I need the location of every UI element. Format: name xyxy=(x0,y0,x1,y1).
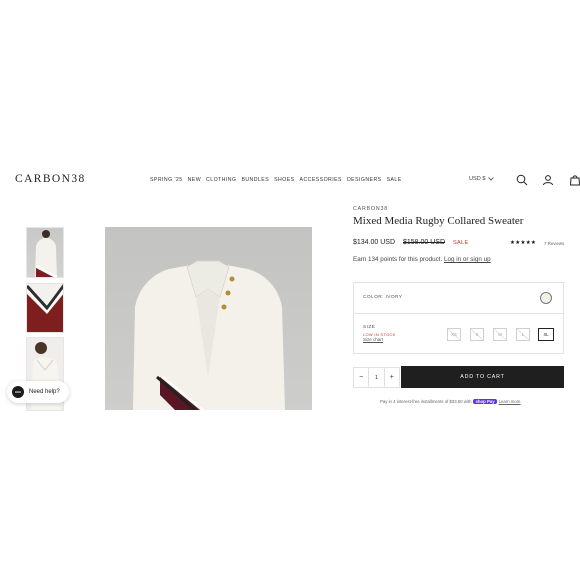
search-icon[interactable] xyxy=(516,174,528,186)
size-option-xl[interactable]: XL xyxy=(538,328,554,341)
bag-icon[interactable] xyxy=(569,174,580,186)
size-option-l[interactable]: L xyxy=(516,328,530,341)
size-option-m[interactable]: M xyxy=(493,328,507,341)
account-icon[interactable] xyxy=(542,174,554,186)
nav-item-bundles[interactable]: BUNDLES xyxy=(241,177,269,183)
nav-item-shoes[interactable]: SHOES xyxy=(274,177,294,183)
login-link[interactable]: Log in or sign up xyxy=(444,256,491,263)
color-swatch-ivory[interactable] xyxy=(540,292,552,304)
learn-more-link[interactable]: Learn more xyxy=(499,399,521,404)
size-chart-link[interactable]: Size chart xyxy=(363,337,383,342)
product-title: Mixed Media Rugby Collared Sweater xyxy=(353,215,524,227)
main-nav: SPRING '25 NEW CLOTHING BUNDLES SHOES AC… xyxy=(150,177,402,183)
size-label: SIZE xyxy=(363,325,376,330)
currency-selector[interactable]: USD $ xyxy=(469,176,495,182)
size-option-s[interactable]: S xyxy=(470,328,484,341)
reviews-link[interactable]: 7 Reviews xyxy=(544,241,564,246)
shop-pay-logo: shop Pay xyxy=(473,399,497,404)
options-divider xyxy=(353,313,564,314)
compare-price: $158.00 USD xyxy=(403,239,446,246)
chevron-down-icon xyxy=(488,177,495,181)
rewards-message: Earn 134 points for this product. xyxy=(353,256,443,263)
variant-options xyxy=(353,282,564,354)
nav-item-spring[interactable]: SPRING '25 xyxy=(150,177,183,183)
thumbnail-image xyxy=(27,284,63,332)
rewards-text: Earn 134 points for this product. Log in… xyxy=(353,256,491,263)
nav-item-new[interactable]: NEW xyxy=(188,177,201,183)
color-label: COLOR: IVORY xyxy=(363,295,403,300)
gallery-thumbnail[interactable] xyxy=(26,283,64,333)
quantity-input[interactable]: 1 xyxy=(368,368,385,387)
quantity-increase-button[interactable]: + xyxy=(385,368,399,387)
product-brand[interactable]: CARBON38 xyxy=(353,206,388,212)
product-price: $134.00 USD xyxy=(353,239,396,246)
thumbnail-image xyxy=(35,230,58,277)
sale-badge: SALE xyxy=(453,240,469,246)
nav-item-clothing[interactable]: CLOTHING xyxy=(206,177,236,183)
add-to-cart-button[interactable]: ADD TO CART xyxy=(401,366,564,388)
product-main-image[interactable] xyxy=(105,227,312,410)
help-chat-button[interactable]: Need help? xyxy=(7,381,69,403)
nav-item-sale[interactable]: SALE xyxy=(387,177,402,183)
chat-label: Need help? xyxy=(29,389,60,395)
nav-item-accessories[interactable]: ACCESSORIES xyxy=(300,177,342,183)
nav-item-designers[interactable]: DESIGNERS xyxy=(347,177,382,183)
currency-label: USD $ xyxy=(469,176,486,182)
star-rating[interactable]: ★★★★★ xyxy=(510,240,536,246)
quantity-stepper: − 1 + xyxy=(353,367,400,388)
gallery-thumbnail[interactable] xyxy=(26,227,64,278)
installments-text: Pay in 4 interest-free installments of $… xyxy=(380,399,472,404)
size-option-xs[interactable]: XS xyxy=(447,328,461,341)
sweater-image xyxy=(133,260,285,410)
chat-icon xyxy=(12,386,24,398)
installments-notice: Pay in 4 interest-free installments of $… xyxy=(380,399,521,404)
site-logo[interactable]: CARBON38 xyxy=(15,173,86,185)
quantity-decrease-button[interactable]: − xyxy=(354,368,368,387)
